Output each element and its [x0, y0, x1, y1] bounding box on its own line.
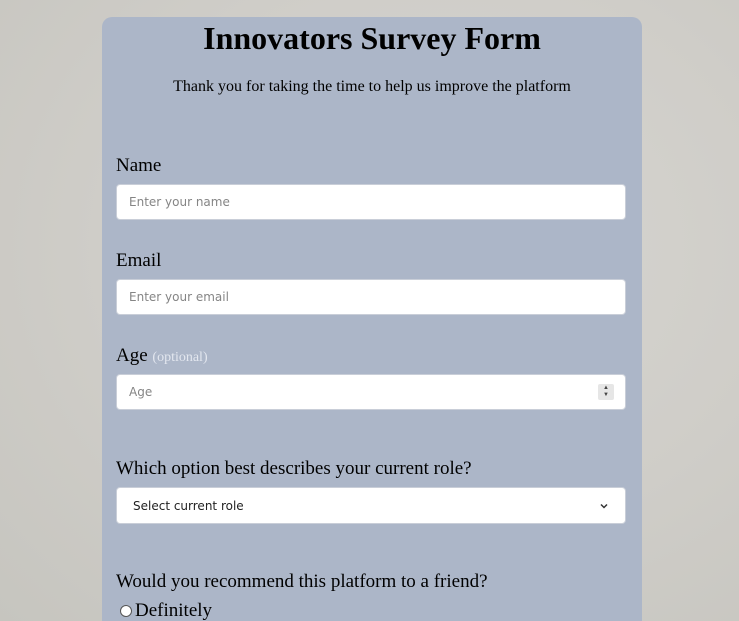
radio-label: Definitely: [135, 600, 213, 621]
age-label-text: Age: [116, 345, 148, 366]
stepper-up-icon[interactable]: ▲: [603, 385, 609, 392]
recommend-option-definitely[interactable]: Definitely: [120, 600, 212, 621]
recommend-question-text: Would you recommend this platform to a f…: [116, 571, 488, 592]
survey-form-card: Innovators Survey Form Thank you for tak…: [102, 17, 642, 621]
stepper-down-icon[interactable]: ▼: [603, 392, 609, 399]
name-label: Name: [116, 155, 161, 177]
email-input[interactable]: [116, 279, 626, 315]
optional-hint: (optional): [152, 350, 208, 365]
radio-button[interactable]: [120, 605, 132, 617]
number-stepper[interactable]: ▲ ▼: [598, 384, 614, 400]
age-label: Age (optional): [116, 345, 208, 369]
email-label: Email: [116, 250, 161, 272]
form-title: Innovators Survey Form: [203, 20, 541, 56]
email-label-text: Email: [116, 250, 162, 271]
age-input[interactable]: [116, 374, 626, 410]
role-select-value: Select current role: [133, 498, 244, 513]
name-label-text: Name: [116, 155, 162, 176]
age-field-wrapper: ▲ ▼: [116, 374, 626, 410]
name-input[interactable]: [116, 184, 626, 220]
role-question: Which option best describes your current…: [116, 458, 472, 480]
form-subtitle: Thank you for taking the time to help us…: [173, 78, 571, 95]
chevron-down-icon: [600, 503, 608, 509]
recommend-question: Would you recommend this platform to a f…: [116, 571, 488, 593]
role-question-text: Which option best describes your current…: [116, 458, 472, 479]
role-select[interactable]: Select current role: [116, 487, 626, 524]
